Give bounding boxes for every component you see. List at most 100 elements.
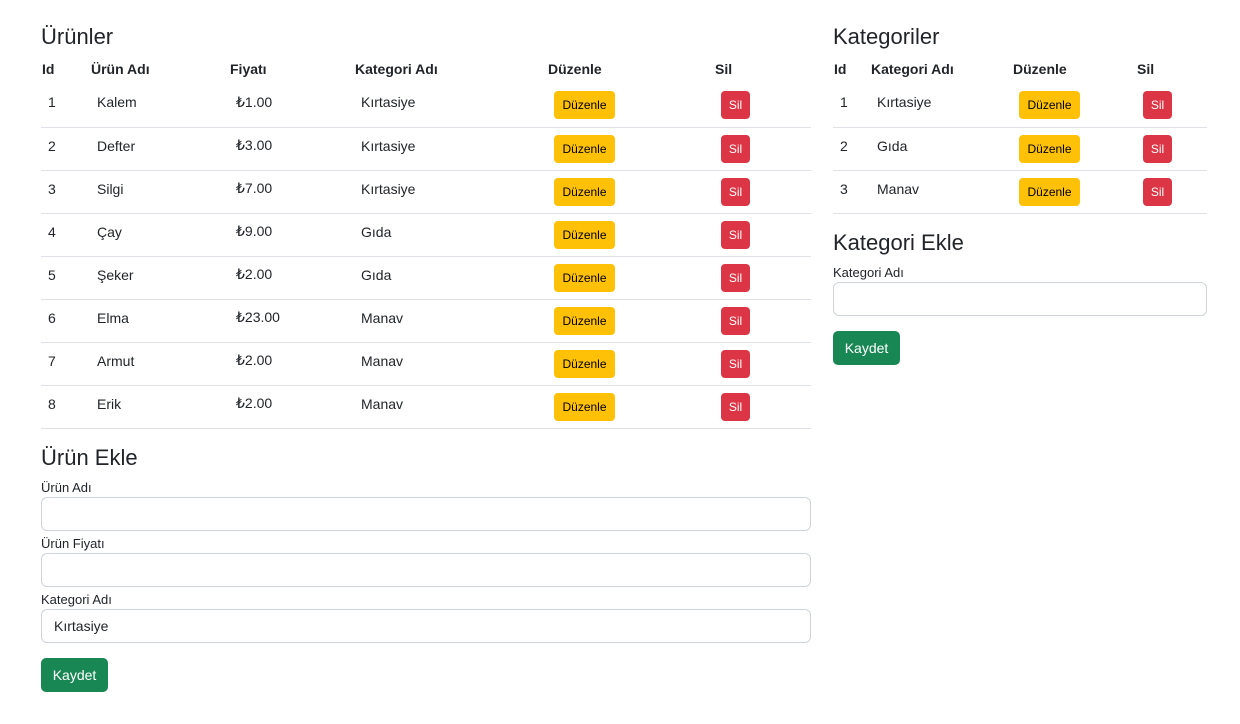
product-price: ₺23.00 [236,309,280,325]
product-id: 4 [48,223,56,240]
product-name: Şeker [97,266,134,283]
category-name: Manav [877,180,920,197]
product-category: Manav [361,352,404,369]
product-id: 1 [48,94,56,111]
product-name: Çay [97,223,122,240]
product-name: Erik [97,395,122,412]
delete-button[interactable]: Sil [721,349,750,378]
product-category: Manav [361,309,404,326]
product-price: ₺2.00 [236,395,273,411]
table-row: 2 Defter ₺3.00 Kırtasiye Düzenle Sil [41,127,811,171]
column-header-product-name: Ürün Adı [91,61,150,77]
category-name-input[interactable] [833,281,1207,316]
products-section: Ürünler Id Ürün Adı Fiyatı Kategori Adı … [41,22,811,692]
delete-button[interactable]: Sil [1143,177,1172,206]
product-price-label: Ürün Fiyatı [41,535,105,551]
add-product-form: Ürün Ekle Ürün Adı Ürün Fiyatı Kategori … [41,443,811,692]
column-header-delete: Sil [715,61,733,77]
product-category: Gıda [361,223,392,240]
products-table-header: Id Ürün Adı Fiyatı Kategori Adı Düzenle … [41,54,811,84]
product-category-label: Kategori Adı [41,591,112,607]
table-row: 1 Kırtasiye Düzenle Sil [833,84,1207,128]
product-id: 5 [48,266,56,283]
table-row: 1 Kalem ₺1.00 Kırtasiye Düzenle Sil [41,84,811,128]
products-title: Ürünler [41,24,114,49]
delete-button[interactable]: Sil [721,91,750,120]
save-product-button[interactable]: Kaydet [41,657,108,692]
column-header-edit: Düzenle [548,61,602,77]
product-id: 8 [48,395,56,412]
categories-title: Kategoriler [833,24,940,49]
table-row: 7 Armut ₺2.00 Manav Düzenle Sil [41,342,811,386]
edit-button[interactable]: Düzenle [554,134,615,163]
edit-button[interactable]: Düzenle [554,177,615,206]
edit-button[interactable]: Düzenle [1019,134,1080,163]
save-category-button[interactable]: Kaydet [833,330,900,365]
product-price: ₺1.00 [236,93,273,110]
product-name: Armut [97,352,135,369]
column-header-price: Fiyatı [230,61,267,77]
delete-button[interactable]: Sil [1143,91,1172,120]
product-category: Manav [361,395,404,412]
table-row: 3 Silgi ₺7.00 Kırtasiye Düzenle Sil [41,170,811,214]
delete-button[interactable]: Sil [721,392,750,421]
column-header-edit: Düzenle [1013,61,1067,77]
categories-table: Id Kategori Adı Düzenle Sil 1 Kırtasiye … [833,54,1207,214]
delete-button[interactable]: Sil [721,306,750,335]
product-id: 2 [48,137,56,154]
product-id: 6 [48,309,56,326]
table-row: 2 Gıda Düzenle Sil [833,127,1207,171]
product-name-label: Ürün Adı [41,479,92,495]
column-header-category-name: Kategori Adı [355,61,438,77]
category-id: 1 [840,94,848,111]
categories-table-header: Id Kategori Adı Düzenle Sil [833,54,1207,84]
product-id: 3 [48,180,56,197]
column-header-category-name: Kategori Adı [871,61,954,77]
product-category: Kırtasiye [361,180,416,197]
product-price: ₺7.00 [236,180,273,196]
delete-button[interactable]: Sil [721,177,750,206]
edit-button[interactable]: Düzenle [554,263,615,292]
delete-button[interactable]: Sil [721,134,750,163]
product-category: Kırtasiye [361,94,416,111]
column-header-delete: Sil [1137,61,1155,77]
category-name: Gıda [877,137,908,154]
category-id: 3 [840,180,848,197]
product-category: Kırtasiye [361,137,416,154]
product-name: Defter [97,137,136,154]
edit-button[interactable]: Düzenle [554,306,615,335]
product-category: Gıda [361,266,392,283]
delete-button[interactable]: Sil [721,220,750,249]
category-name: Kırtasiye [877,94,932,111]
delete-button[interactable]: Sil [721,263,750,292]
product-price: ₺2.00 [236,352,273,368]
product-name: Kalem [97,94,137,111]
column-header-id: Id [834,61,847,77]
product-name-input[interactable] [41,496,811,531]
categories-section: Kategoriler Id Kategori Adı Düzenle Sil … [833,22,1207,365]
product-price: ₺2.00 [236,266,273,282]
table-row: 4 Çay ₺9.00 Gıda Düzenle Sil [41,213,811,257]
product-price-input[interactable] [41,552,811,587]
edit-button[interactable]: Düzenle [1019,177,1080,206]
edit-button[interactable]: Düzenle [554,349,615,378]
product-category-select[interactable]: Kırtasiye [41,608,811,643]
edit-button[interactable]: Düzenle [1019,91,1080,120]
edit-button[interactable]: Düzenle [554,220,615,249]
category-id: 2 [840,137,848,154]
product-name: Elma [97,309,129,326]
column-header-id: Id [42,61,55,77]
table-row: 6 Elma ₺23.00 Manav Düzenle Sil [41,299,811,343]
delete-button[interactable]: Sil [1143,134,1172,163]
table-row: 8 Erik ₺2.00 Manav Düzenle Sil [41,385,811,429]
add-category-title: Kategori Ekle [833,229,964,255]
edit-button[interactable]: Düzenle [554,392,615,421]
category-name-label: Kategori Adı [833,264,904,280]
product-id: 7 [48,352,56,369]
product-price: ₺9.00 [236,223,273,239]
product-price: ₺3.00 [236,137,273,153]
add-category-form: Kategori Ekle Kategori Adı Kaydet [833,228,1207,365]
table-row: 5 Şeker ₺2.00 Gıda Düzenle Sil [41,256,811,300]
edit-button[interactable]: Düzenle [554,91,615,120]
product-name: Silgi [97,180,124,197]
